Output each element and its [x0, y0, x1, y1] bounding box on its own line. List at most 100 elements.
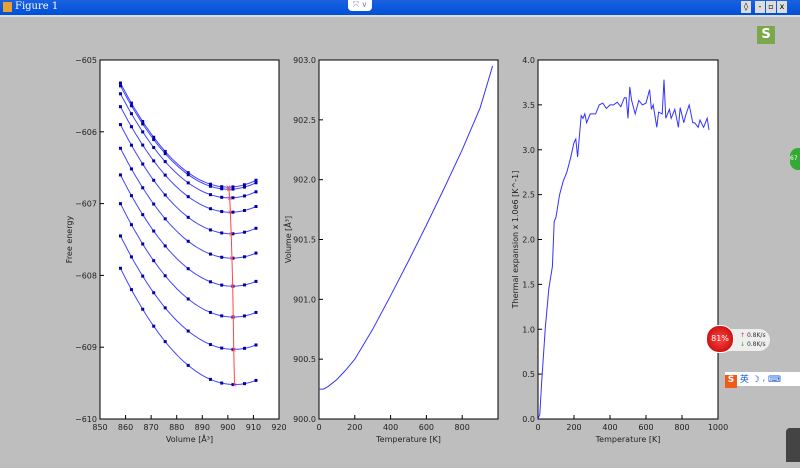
restore-button[interactable]: ▫ — [766, 1, 776, 13]
plot-2: 0 200 400 600 800 900.0 900.5 901.0 901.5 902.0 90… — [282, 56, 499, 444]
data-point — [129, 143, 133, 147]
remote-toolbar-notch[interactable]: ⤧ ∨ — [348, 0, 372, 11]
data-point — [208, 280, 212, 284]
y-tick-label: −608 — [75, 271, 97, 280]
x-axis-label: Temperature [K] — [375, 435, 441, 444]
data-point — [254, 181, 258, 185]
minimum-marker: × — [227, 209, 233, 217]
close-button[interactable]: x — [777, 1, 787, 13]
x-tick-label: 1000 — [708, 423, 728, 432]
y-tick-label: 4.0 — [522, 56, 535, 65]
data-point — [118, 173, 122, 177]
y-tick-label: 3.0 — [522, 146, 535, 155]
data-point — [186, 329, 190, 333]
data-point — [141, 122, 145, 126]
upload-speed: ↑ 0.8K/s — [740, 332, 766, 339]
data-point — [231, 187, 235, 191]
data-point — [208, 228, 212, 232]
y-tick-label: 902.5 — [293, 116, 316, 125]
y-tick-label: −606 — [75, 128, 97, 137]
data-point — [163, 340, 167, 344]
ime-logo[interactable]: S — [725, 375, 737, 388]
s-app-badge[interactable]: S — [757, 26, 775, 44]
x-tick-label: 600 — [638, 423, 653, 432]
x-tick-label: 600 — [419, 423, 434, 432]
ime-icons[interactable]: ☽ ⸴ ⌨ — [752, 375, 781, 385]
pin-button[interactable]: ◊ — [741, 1, 751, 13]
data-point — [208, 193, 212, 197]
data-point — [186, 195, 190, 199]
data-point — [242, 185, 246, 189]
data-point — [208, 377, 212, 381]
ime-mode[interactable]: 英 — [740, 375, 749, 385]
figure-canvas: 850 860 870 880 890 900 910 920 −610 −609 −608 −607… — [0, 15, 800, 464]
y-axis-label: Free energy — [65, 216, 74, 264]
y-tick-label: 900.0 — [293, 415, 316, 424]
data-point — [118, 202, 122, 206]
data-point — [254, 205, 258, 209]
figure-svg: 850 860 870 880 890 900 910 920 −610 −609 −608 −607… — [65, 56, 728, 444]
data-point — [220, 195, 224, 199]
data-point — [220, 187, 224, 191]
data-point — [254, 343, 258, 347]
x-tick-label: 800 — [674, 423, 689, 432]
y-tick-label: 2.0 — [522, 236, 535, 245]
data-point — [152, 324, 156, 328]
x-tick-label: 880 — [169, 423, 184, 432]
x-tick-label: 850 — [92, 423, 107, 432]
y-tick-label: −607 — [75, 200, 97, 209]
data-point — [220, 314, 224, 318]
minimum-marker: × — [228, 230, 234, 238]
x-tick-label: 800 — [455, 423, 470, 432]
minimum-marker: × — [230, 283, 236, 291]
data-point — [118, 84, 122, 88]
data-point — [152, 138, 156, 142]
data-point — [242, 382, 246, 386]
y-axis-label: Volume [Å³] — [282, 216, 293, 263]
y-tick-label: 901.5 — [293, 236, 316, 245]
data-point — [186, 297, 190, 301]
data-point — [242, 346, 246, 350]
data-point — [208, 343, 212, 347]
data-point — [254, 310, 258, 314]
side-badge[interactable]: 67 — [790, 148, 800, 170]
y-tick-label: 900.5 — [293, 355, 316, 364]
x-tick-label: 200 — [566, 423, 581, 432]
y-tick-label: 1.5 — [522, 280, 535, 289]
data-point — [118, 266, 122, 270]
app-icon — [3, 2, 12, 12]
data-point — [242, 230, 246, 234]
data-point — [118, 92, 122, 96]
data-point — [163, 217, 167, 221]
data-point — [242, 283, 246, 287]
data-point — [220, 381, 224, 385]
data-point — [163, 306, 167, 310]
data-point — [141, 130, 145, 134]
y-tick-label: −610 — [75, 415, 97, 424]
remote-tool-icon[interactable] — [786, 428, 800, 462]
title-bar: Figure 1 ⤧ ∨ ◊ - ▫ x — [0, 0, 800, 15]
data-point — [186, 239, 190, 243]
data-point — [152, 146, 156, 150]
x-tick-label: 0 — [316, 423, 321, 432]
data-point — [152, 202, 156, 206]
y-tick-label: 0.5 — [522, 370, 535, 379]
data-point — [254, 378, 258, 382]
data-point — [118, 123, 122, 127]
network-monitor-widget[interactable]: 81% ↑ 0.8K/s ↓ 0.8K/s — [706, 325, 770, 353]
data-point — [129, 125, 133, 129]
data-point — [220, 210, 224, 214]
data-point — [129, 223, 133, 227]
data-point — [220, 346, 224, 350]
minimum-marker: × — [227, 194, 233, 202]
axes-frame — [318, 59, 499, 420]
ime-toolbar[interactable]: S 英 ☽ ⸴ ⌨ — [725, 372, 800, 388]
minimize-button[interactable]: - — [755, 1, 765, 13]
data-point — [163, 274, 167, 278]
minimum-marker: × — [229, 255, 235, 263]
data-point — [254, 279, 258, 283]
y-tick-label: 3.5 — [522, 101, 535, 110]
x-tick-label: 910 — [246, 423, 261, 432]
y-tick-label: −605 — [75, 56, 97, 65]
x-tick-label: 890 — [195, 423, 210, 432]
